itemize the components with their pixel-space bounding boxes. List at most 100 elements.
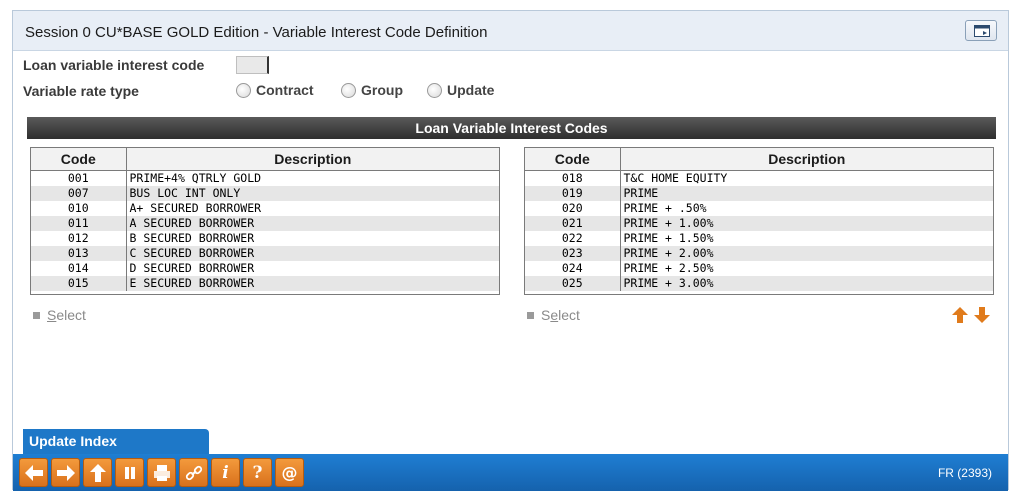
print-button[interactable]: [147, 458, 176, 487]
title-bar: Session 0 CU*BASE GOLD Edition - Variabl…: [13, 11, 1008, 51]
description-cell: PRIME + 3.00%: [620, 275, 993, 291]
table-row[interactable]: 024 PRIME + 2.50%: [525, 260, 993, 276]
right-select-label: Select: [541, 307, 580, 323]
radio-group[interactable]: Group: [341, 82, 403, 98]
table-row[interactable]: 023 PRIME + 2.00%: [525, 245, 993, 261]
rate-type-label: Variable rate type: [23, 83, 139, 99]
description-cell: PRIME + 1.00%: [620, 215, 993, 231]
description-cell: PRIME + 2.00%: [620, 245, 993, 261]
code-cell: 015: [31, 275, 127, 291]
bullet-icon: [33, 311, 40, 319]
table-row[interactable]: 021 PRIME + 1.00%: [525, 215, 993, 231]
left-select-button[interactable]: Select: [33, 307, 86, 323]
description-cell: A+ SECURED BORROWER: [129, 200, 262, 215]
table-row[interactable]: 018 T&C HOME EQUITY: [525, 170, 993, 186]
screen-toggle-button[interactable]: [965, 20, 997, 41]
screen-id: FR (2393): [937, 466, 992, 480]
print-icon: [153, 464, 170, 481]
left-description-header[interactable]: Description: [126, 148, 499, 171]
radio-update[interactable]: Update: [427, 82, 494, 98]
forward-icon: [56, 464, 75, 481]
code-cell: 021: [525, 215, 621, 231]
back-button[interactable]: [19, 458, 48, 487]
code-cell: 011: [31, 215, 127, 231]
code-cell: 022: [525, 230, 621, 246]
code-cell: 007: [31, 185, 127, 201]
code-cell: 019: [525, 185, 621, 201]
link-button[interactable]: [179, 458, 208, 487]
code-cell: 020: [525, 200, 621, 216]
table-row[interactable]: 012 B SECURED BORROWER: [31, 230, 499, 246]
description-cell: BUS LOC INT ONLY: [126, 185, 499, 201]
interest-code-label: Loan variable interest code: [23, 57, 205, 73]
right-select-button[interactable]: Select: [527, 307, 580, 323]
up-icon: [89, 463, 106, 482]
table-row[interactable]: 022 PRIME + 1.50%: [525, 230, 993, 246]
table-row[interactable]: 001 PRIME+4% QTRLY GOLD: [31, 170, 499, 186]
left-select-label: Select: [47, 307, 86, 323]
forward-button[interactable]: [51, 458, 80, 487]
description-cell: B SECURED BORROWER: [129, 230, 255, 245]
page-arrows: [951, 306, 991, 324]
radio-contract[interactable]: Contract: [236, 82, 314, 98]
section-header: Loan Variable Interest Codes: [27, 117, 996, 139]
info-button[interactable]: i: [211, 458, 240, 487]
page-down-icon[interactable]: [973, 306, 991, 324]
description-cell: PRIME + 2.50%: [623, 260, 714, 275]
table-row[interactable]: 013 C SECURED BORROWER: [31, 245, 499, 261]
pause-button[interactable]: [115, 458, 144, 487]
table-row[interactable]: 007 BUS LOC INT ONLY: [31, 185, 499, 201]
code-cell: 001: [31, 170, 127, 186]
back-icon: [24, 464, 43, 481]
left-code-header[interactable]: Code: [31, 148, 127, 171]
at-icon: @: [281, 463, 298, 482]
description-cell: D SECURED BORROWER: [129, 260, 255, 275]
link-icon: [185, 465, 202, 480]
description-cell: T&C HOME EQUITY: [623, 170, 728, 185]
interest-code-input[interactable]: [236, 56, 269, 74]
page-up-icon[interactable]: [951, 306, 969, 324]
right-code-grid: Code Description 018 T&C HOME EQUITY 019 P…: [524, 147, 994, 295]
code-cell: 023: [525, 245, 621, 261]
right-code-header[interactable]: Code: [525, 148, 621, 171]
table-row[interactable]: 019 PRIME: [525, 185, 993, 201]
description-cell: E SECURED BORROWER: [126, 275, 499, 291]
info-icon: i: [222, 462, 229, 483]
code-cell: 018: [525, 170, 621, 186]
left-code-grid: Code Description 001 PRIME+4% QTRLY GOLD …: [30, 147, 500, 295]
table-row[interactable]: 014 D SECURED BORROWER: [31, 260, 499, 276]
help-icon: ?: [252, 462, 263, 483]
radio-circle-icon: [427, 82, 442, 98]
description-cell: PRIME: [620, 185, 993, 201]
bottom-toolbar: i ? @ FR (2393): [13, 454, 1008, 491]
table-row[interactable]: 025 PRIME + 3.00%: [525, 275, 993, 291]
code-cell: 013: [31, 245, 127, 261]
up-button[interactable]: [83, 458, 112, 487]
code-cell: 024: [525, 260, 621, 276]
bullet-icon: [527, 311, 534, 319]
help-button[interactable]: ?: [243, 458, 272, 487]
description-cell: PRIME+4% QTRLY GOLD: [129, 170, 262, 185]
radio-update-label: Update: [447, 82, 495, 98]
code-cell: 025: [525, 275, 621, 291]
description-cell: PRIME + 1.50%: [623, 230, 714, 245]
description-cell: PRIME + .50%: [623, 200, 707, 215]
update-index-button[interactable]: Update Index: [23, 429, 209, 454]
table-row[interactable]: 010 A+ SECURED BORROWER: [31, 200, 499, 216]
window-icon: [974, 25, 990, 37]
at-button[interactable]: @: [275, 458, 304, 487]
table-row[interactable]: 020 PRIME + .50%: [525, 200, 993, 216]
code-cell: 012: [31, 230, 127, 246]
window-title: Session 0 CU*BASE GOLD Edition - Variabl…: [25, 24, 488, 41]
table-row[interactable]: 015 E SECURED BORROWER: [31, 275, 499, 291]
radio-contract-label: Contract: [256, 82, 314, 98]
app-window: Session 0 CU*BASE GOLD Edition - Variabl…: [12, 10, 1009, 491]
table-row[interactable]: 011 A SECURED BORROWER: [31, 215, 499, 231]
description-cell: A SECURED BORROWER: [126, 215, 499, 231]
right-description-header[interactable]: Description: [620, 148, 993, 171]
radio-circle-icon: [236, 82, 251, 98]
code-cell: 014: [31, 260, 127, 276]
description-cell: C SECURED BORROWER: [126, 245, 499, 261]
radio-group-label: Group: [361, 82, 403, 98]
radio-circle-icon: [341, 82, 356, 98]
